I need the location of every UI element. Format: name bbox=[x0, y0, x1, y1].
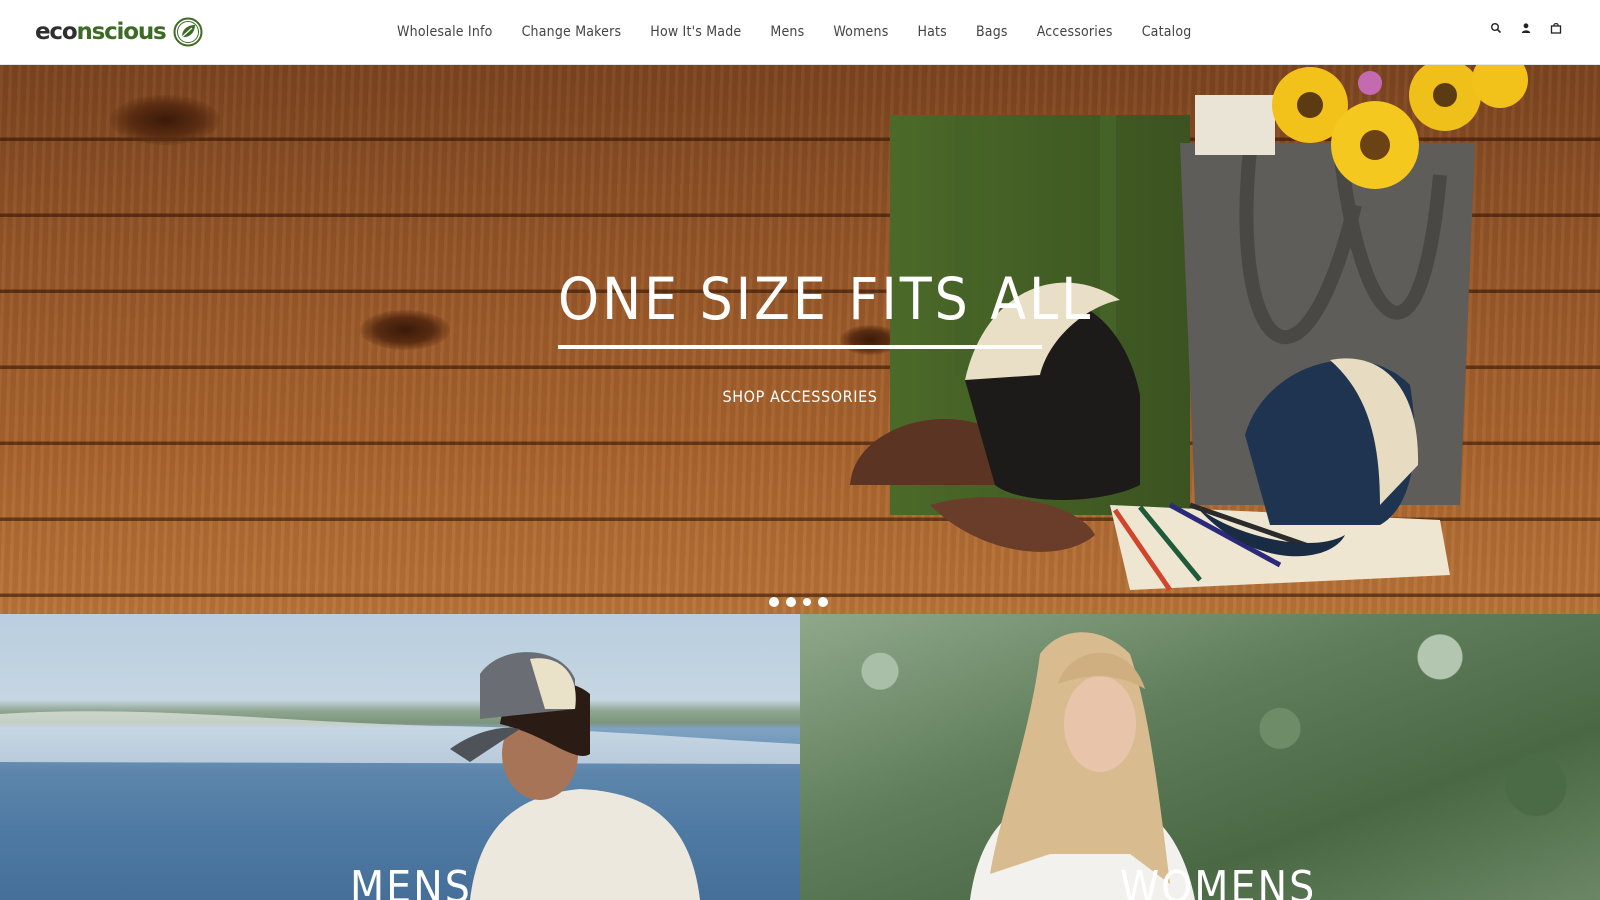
slider-dot-4[interactable] bbox=[818, 597, 828, 607]
shop-accessories-link[interactable]: SHOP ACCESSORIES bbox=[700, 387, 900, 406]
hero-product-image bbox=[850, 65, 1528, 592]
nav-link-bags[interactable]: Bags bbox=[976, 24, 1008, 40]
category-tile-mens[interactable]: MENS bbox=[0, 614, 800, 900]
womens-category-image bbox=[970, 632, 1195, 900]
nav-link-mens[interactable]: Mens bbox=[770, 24, 804, 40]
slider-dot-2[interactable] bbox=[786, 597, 796, 607]
brand-wordmark: econscious bbox=[35, 19, 167, 45]
account-icon[interactable] bbox=[1520, 22, 1532, 34]
mens-tile-label: MENS bbox=[350, 862, 472, 900]
slider-dot-1[interactable] bbox=[769, 597, 779, 607]
nav-link-womens[interactable]: Womens bbox=[833, 24, 888, 40]
slider-dot-3[interactable] bbox=[803, 598, 811, 606]
brand-name-part1: eco bbox=[35, 19, 78, 45]
leaf-circle-icon bbox=[173, 17, 203, 47]
brand-name-part2: nscious bbox=[76, 19, 166, 45]
hero-slider: ONE SIZE FITS ALL SHOP ACCESSORIES bbox=[0, 65, 1600, 614]
header-actions bbox=[1490, 22, 1562, 34]
hero-title-underline bbox=[558, 345, 1042, 349]
nav-link-accessories[interactable]: Accessories bbox=[1037, 24, 1113, 40]
brand-logo[interactable]: econscious bbox=[35, 16, 203, 48]
category-tile-womens[interactable]: WOMENS bbox=[800, 614, 1600, 900]
slider-dots bbox=[769, 597, 828, 607]
nav-link-catalog[interactable]: Catalog bbox=[1142, 24, 1192, 40]
nav-link-how-its-made[interactable]: How It's Made bbox=[650, 24, 741, 40]
search-icon[interactable] bbox=[1490, 22, 1502, 34]
hero-title: ONE SIZE FITS ALL bbox=[558, 265, 1094, 333]
nav-link-wholesale-info[interactable]: Wholesale Info bbox=[397, 24, 493, 40]
womens-tile-label: WOMENS bbox=[1120, 862, 1317, 900]
nav-link-change-makers[interactable]: Change Makers bbox=[522, 24, 622, 40]
main-nav: Wholesale Info Change Makers How It's Ma… bbox=[397, 0, 1191, 64]
site-header: econscious Wholesale Info Change Makers … bbox=[0, 0, 1600, 65]
mens-category-image bbox=[0, 652, 800, 900]
cart-icon[interactable] bbox=[1550, 22, 1562, 34]
nav-link-hats[interactable]: Hats bbox=[917, 24, 947, 40]
